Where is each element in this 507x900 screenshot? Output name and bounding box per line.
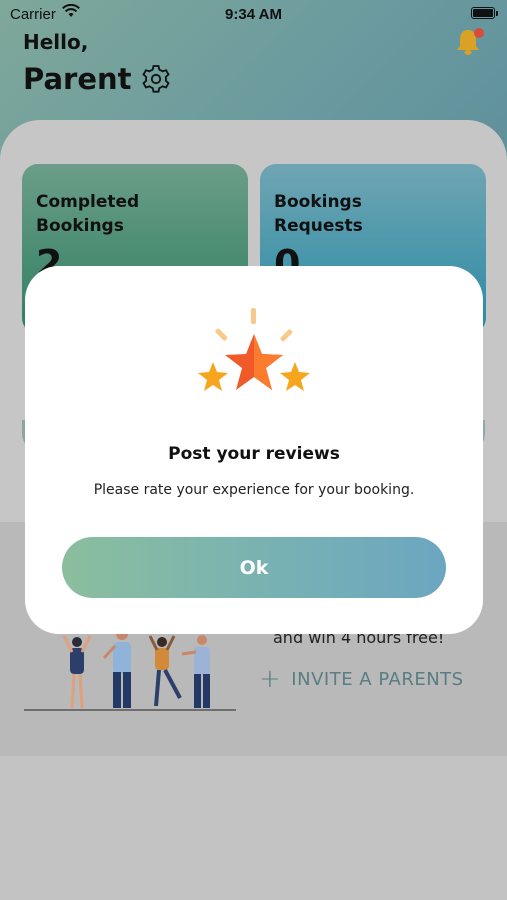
gear-icon[interactable] xyxy=(140,63,172,95)
review-modal: Post your reviews Please rate your exper… xyxy=(25,266,483,634)
completed-bookings-label: Completed Bookings xyxy=(36,192,140,236)
battery-icon xyxy=(471,7,498,19)
modal-description: Please rate your experience for your boo… xyxy=(93,482,415,498)
greeting-name-row: Parent xyxy=(23,62,172,96)
clock: 9:34 AM xyxy=(225,6,282,23)
footer-area xyxy=(0,756,507,900)
booking-requests-label: Bookings Requests xyxy=(274,192,363,236)
star-rating-icon xyxy=(198,308,310,391)
plus-icon: + xyxy=(259,664,282,694)
user-name: Parent xyxy=(23,62,132,96)
ok-button[interactable]: Ok xyxy=(62,537,446,598)
status-bar: Carrier 9:34 AM xyxy=(0,0,507,28)
greeting: Hello, Parent xyxy=(23,30,172,96)
greeting-hello: Hello, xyxy=(23,30,89,54)
notification-dot xyxy=(474,28,484,38)
modal-title: Post your reviews xyxy=(168,444,340,464)
invite-parents-label: INVITE A PARENTS xyxy=(291,668,464,690)
invite-parents-button[interactable]: + INVITE A PARENTS xyxy=(259,664,464,694)
